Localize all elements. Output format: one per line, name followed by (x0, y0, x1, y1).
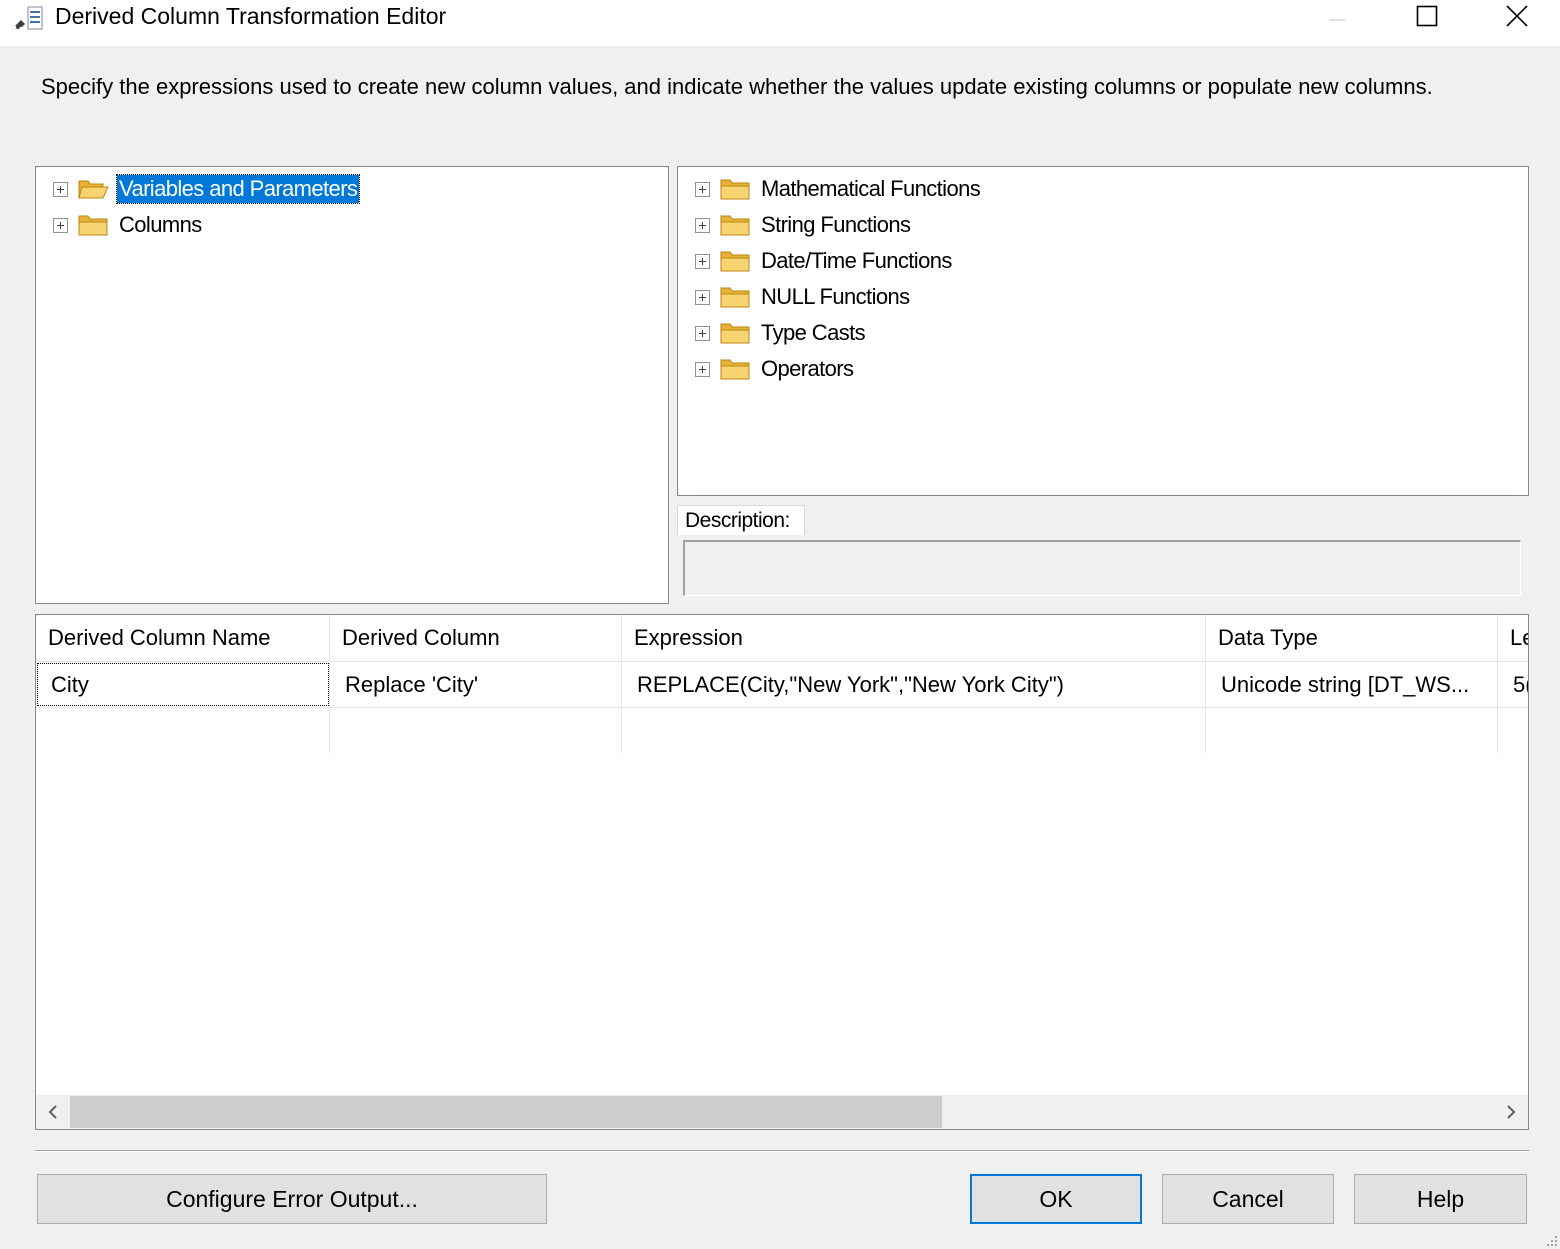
tree-node-variables-parameters[interactable]: Variables and Parameters (53, 171, 361, 207)
scroll-right-button[interactable] (1494, 1095, 1528, 1129)
column-header-length[interactable]: Le (1498, 615, 1528, 661)
expand-icon[interactable] (53, 217, 68, 233)
title-bar: Derived Column Transformation Editor (0, 0, 1560, 46)
tree-node-null-functions[interactable]: NULL Functions (695, 279, 912, 315)
folder-icon (720, 359, 750, 380)
folder-icon (720, 323, 750, 344)
cell-data-type[interactable] (1206, 708, 1498, 753)
cell-expression[interactable]: REPLACE(City,"New York","New York City") (622, 662, 1206, 707)
cell-length[interactable]: 5( (1498, 662, 1528, 707)
cell-data-type[interactable]: Unicode string [DT_WS... (1206, 662, 1498, 707)
cell-derived-column[interactable] (330, 708, 622, 753)
derived-columns-grid[interactable]: Derived Column Name Derived Column Expre… (35, 614, 1529, 1130)
folder-icon (720, 287, 750, 308)
tree-node-label[interactable]: Type Casts (759, 319, 867, 347)
description-box (683, 540, 1521, 596)
horizontal-scrollbar[interactable] (36, 1095, 1528, 1129)
cell-derived-column-name[interactable] (36, 708, 330, 753)
derived-column-app-icon (15, 6, 43, 30)
expand-icon[interactable] (695, 217, 710, 233)
tree-node-label[interactable]: Variables and Parameters (115, 174, 361, 204)
tree-node-label[interactable]: Operators (759, 355, 855, 383)
description-label: Description: (677, 505, 805, 535)
column-header-derived-column-name[interactable]: Derived Column Name (36, 615, 330, 661)
tree-node-label[interactable]: Date/Time Functions (759, 247, 954, 275)
tree-node-mathematical-functions[interactable]: Mathematical Functions (695, 171, 982, 207)
tree-node-label[interactable]: Mathematical Functions (759, 175, 982, 203)
ok-button[interactable]: OK (970, 1174, 1142, 1224)
expand-icon[interactable] (695, 181, 710, 197)
expand-icon[interactable] (695, 325, 710, 341)
cancel-button[interactable]: Cancel (1162, 1174, 1334, 1224)
table-row[interactable]: City Replace 'City' REPLACE(City,"New Yo… (36, 661, 1528, 707)
variables-columns-tree[interactable]: Variables and Parameters Columns (35, 166, 669, 604)
resize-grip-icon[interactable] (1544, 1233, 1558, 1247)
expand-icon[interactable] (695, 289, 710, 305)
cell-length[interactable] (1498, 708, 1528, 753)
expand-icon[interactable] (53, 181, 68, 197)
minimize-button[interactable] (1292, 0, 1382, 32)
folder-icon (78, 215, 108, 236)
tree-node-columns[interactable]: Columns (53, 207, 204, 243)
help-button[interactable]: Help (1354, 1174, 1527, 1224)
derived-column-editor-window: Derived Column Transformation Editor Spe… (0, 0, 1560, 1249)
grid-header: Derived Column Name Derived Column Expre… (36, 615, 1528, 661)
column-header-derived-column[interactable]: Derived Column (330, 615, 622, 661)
cell-derived-column-name[interactable]: City (36, 662, 330, 707)
chevron-right-icon (1507, 1105, 1516, 1119)
separator (35, 1150, 1529, 1152)
cell-expression[interactable] (622, 708, 1206, 753)
maximize-button[interactable] (1382, 0, 1472, 32)
column-header-data-type[interactable]: Data Type (1206, 615, 1498, 661)
tree-node-operators[interactable]: Operators (695, 351, 855, 387)
table-row-new[interactable] (36, 707, 1528, 753)
expand-icon[interactable] (695, 253, 710, 269)
tree-node-string-functions[interactable]: String Functions (695, 207, 912, 243)
folder-open-icon (78, 180, 109, 199)
scroll-thumb[interactable] (70, 1096, 942, 1128)
expand-icon[interactable] (695, 361, 710, 377)
column-header-expression[interactable]: Expression (622, 615, 1206, 661)
configure-error-output-button[interactable]: Configure Error Output... (37, 1174, 547, 1224)
tree-node-label[interactable]: NULL Functions (759, 283, 912, 311)
tree-node-datetime-functions[interactable]: Date/Time Functions (695, 243, 954, 279)
cell-derived-column[interactable]: Replace 'City' (330, 662, 622, 707)
chevron-left-icon (48, 1105, 57, 1119)
instructions-text: Specify the expressions used to create n… (41, 74, 1433, 99)
tree-node-label[interactable]: String Functions (759, 211, 912, 239)
maximize-icon (1416, 5, 1438, 27)
minimize-icon (1329, 19, 1345, 21)
folder-icon (720, 179, 750, 200)
tree-node-type-casts[interactable]: Type Casts (695, 315, 867, 351)
functions-tree[interactable]: Mathematical Functions String Functions … (677, 166, 1529, 496)
folder-icon (720, 215, 750, 236)
window-title: Derived Column Transformation Editor (55, 3, 447, 29)
folder-icon (720, 251, 750, 272)
scroll-left-button[interactable] (36, 1095, 70, 1129)
tree-node-label[interactable]: Columns (117, 211, 204, 239)
close-icon (1506, 5, 1528, 27)
close-button[interactable] (1472, 0, 1560, 32)
